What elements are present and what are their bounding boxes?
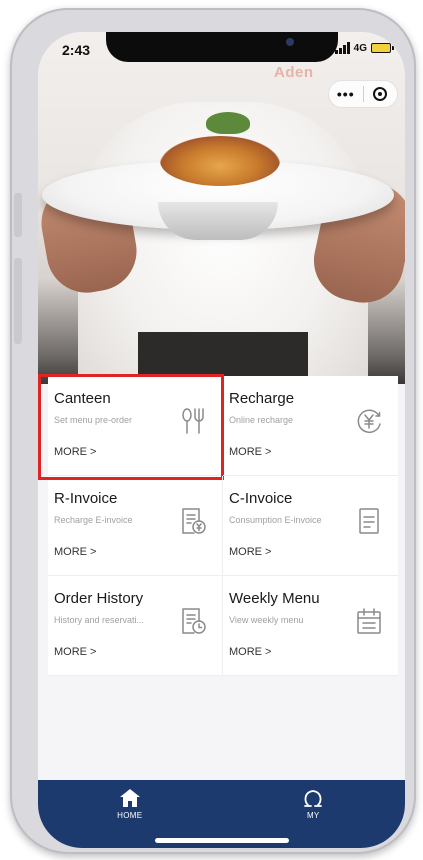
more-link[interactable]: MORE > [229,546,271,558]
home-icon [119,789,140,807]
profile-icon [304,790,323,807]
menu-item-subtitle: Online recharge [229,415,294,425]
utensils-icon [182,408,204,434]
chef-brand-text: Aden [274,64,314,81]
front-camera [286,38,294,46]
more-options-button[interactable]: ••• [329,86,363,102]
bowl-image [158,202,278,240]
menu-item-r-invoice[interactable]: R-Invoice Recharge E-invoice MORE > [48,476,223,576]
calendar-icon [357,608,381,634]
pasta-image [160,136,280,186]
menu-item-title: C-Invoice [229,490,293,507]
miniprogram-capsule: ••• [328,80,398,108]
more-link[interactable]: MORE > [229,446,271,458]
status-time: 2:43 [62,42,91,58]
signal-icon [334,42,350,54]
menu-item-subtitle: History and reservati... [54,615,145,625]
tab-home-label: HOME [117,811,143,820]
target-icon [373,87,388,101]
invoice-yen-icon [182,508,206,534]
more-link[interactable]: MORE > [54,546,96,558]
menu-item-title: Canteen [54,390,111,407]
menu-item-canteen[interactable]: Canteen Set menu pre-order MORE > [38,374,224,480]
phone-screen: Aden 2:43 4G ••• Canteen Set menu pre-or… [38,32,405,848]
document-icon [359,508,379,534]
menu-item-subtitle: Consumption E-invoice [229,515,322,525]
menu-item-weekly-menu[interactable]: Weekly Menu View weekly menu MORE > [223,576,398,676]
yen-refresh-icon [357,409,381,433]
menu-item-c-invoice[interactable]: C-Invoice Consumption E-invoice MORE > [223,476,398,576]
home-indicator [155,838,289,843]
menu-item-title: Order History [54,590,144,607]
status-indicators: 4G [334,42,394,54]
close-miniprogram-button[interactable] [363,87,397,101]
history-icon [182,608,206,634]
volume-down-button [14,258,22,344]
menu-item-subtitle: Set menu pre-order [54,415,133,425]
phone-frame: Aden 2:43 4G ••• Canteen Set menu pre-or… [10,8,416,854]
more-link[interactable]: MORE > [54,446,96,458]
more-link[interactable]: MORE > [229,646,271,658]
notch [106,32,338,62]
volume-up-button [14,193,22,237]
service-grid: Canteen Set menu pre-order MORE > Rechar… [38,374,398,676]
menu-item-subtitle: Recharge E-invoice [54,515,133,525]
tab-my-label: MY [306,811,320,820]
menu-item-subtitle: View weekly menu [229,615,304,625]
menu-item-order-history[interactable]: Order History History and reservati... M… [48,576,223,676]
menu-item-title: Recharge [229,390,295,407]
more-link[interactable]: MORE > [54,646,96,658]
menu-item-title: R-Invoice [54,490,118,507]
menu-item-title: Weekly Menu [229,590,320,607]
battery-icon [371,43,394,53]
menu-item-recharge[interactable]: Recharge Online recharge MORE > [223,376,398,476]
garnish-image [206,112,250,134]
network-type: 4G [353,42,367,54]
